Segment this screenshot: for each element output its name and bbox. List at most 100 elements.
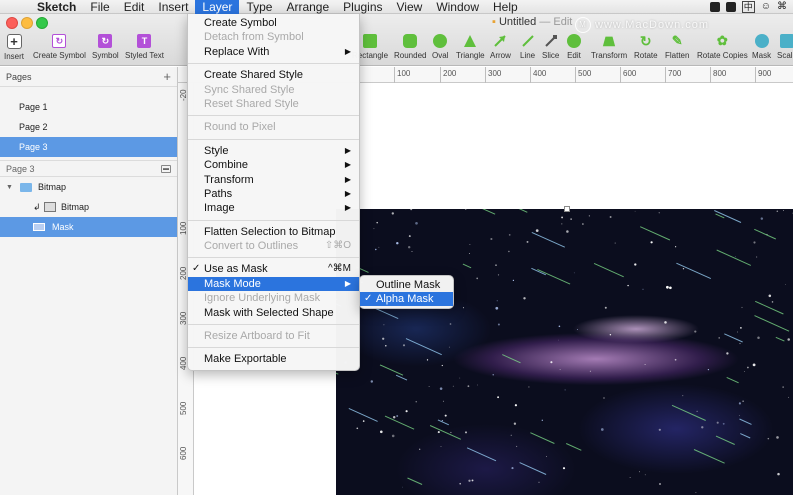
pages-spacer — [0, 87, 177, 97]
line-button[interactable]: Line — [520, 34, 535, 60]
menu-item-create-symbol[interactable]: Create Symbol — [188, 16, 359, 30]
menu-help[interactable]: Help — [486, 0, 525, 14]
minimize-window-button[interactable] — [21, 17, 33, 29]
menu-shortcut: ^⌘M — [327, 263, 351, 275]
menu-window[interactable]: Window — [429, 0, 486, 14]
submenu-item-label: Alpha Mask — [376, 293, 434, 305]
mask-button[interactable]: Mask — [752, 34, 771, 60]
collapse-groups-icon[interactable]: ▬ — [161, 164, 171, 173]
layer-row-bitmap-group[interactable]: ▼ Bitmap — [0, 177, 177, 197]
menu-item-detach-from-symbol[interactable]: Detach from Symbol — [188, 30, 359, 44]
rotate-button[interactable]: ↻ Rotate — [634, 33, 658, 61]
ruler-label: 600 — [179, 446, 188, 460]
menu-item-use-as-mask[interactable]: ✓ Use as Mask ^⌘M — [188, 262, 359, 276]
status-app-icon-2[interactable] — [725, 1, 736, 12]
input-method-indicator[interactable]: 中 — [741, 0, 755, 13]
slice-button[interactable]: Slice — [542, 34, 559, 60]
nebula-starfield — [336, 209, 793, 493]
submenu-arrow-icon: ▶ — [344, 160, 351, 170]
menu-item-mask-with-selected-shape[interactable]: Mask with Selected Shape — [188, 306, 359, 320]
rotate-copies-button[interactable]: ✿ Rotate Copies — [697, 33, 748, 60]
menu-item-replace-with[interactable]: Replace With ▶ — [188, 45, 359, 59]
menu-insert[interactable]: Insert — [151, 0, 195, 14]
layer-row-mask[interactable]: Mask — [0, 217, 177, 237]
menu-item-paths[interactable]: Paths ▶ — [188, 187, 359, 201]
page-item-1[interactable]: Page 1 — [0, 97, 177, 117]
page-item-2[interactable]: Page 2 — [0, 117, 177, 137]
document-icon: ▪ — [492, 16, 496, 28]
face-icon[interactable]: ☺ — [761, 1, 771, 12]
menu-layer[interactable]: Layer — [195, 0, 240, 14]
submenu-arrow-icon: ▶ — [344, 145, 351, 155]
menu-separator — [188, 324, 359, 326]
status-app-icon[interactable] — [709, 1, 720, 12]
close-window-button[interactable] — [6, 17, 18, 29]
layer-row-bitmap[interactable]: ↲ Bitmap — [0, 197, 177, 217]
menu-item-sync-shared-style[interactable]: Sync Shared Style — [188, 83, 359, 97]
transform-icon — [602, 34, 616, 48]
layers-header: Page 3 ▬ — [0, 160, 177, 177]
menu-item-flatten-selection-to-bitmap[interactable]: Flatten Selection to Bitmap — [188, 225, 359, 239]
menu-separator — [188, 257, 359, 259]
disclosure-triangle-icon[interactable]: ▼ — [6, 184, 14, 191]
rounded-button[interactable]: Rounded — [394, 34, 426, 60]
create-symbol-button[interactable]: ↻ Create Symbol — [33, 34, 86, 60]
transform-button[interactable]: Transform — [591, 34, 627, 60]
menu-edit[interactable]: Edit — [117, 0, 152, 14]
menu-item-convert-to-outlines[interactable]: Convert to Outlines ⇧⌘O — [188, 239, 359, 253]
edit-icon — [567, 34, 581, 48]
menu-sketch[interactable]: Sketch — [30, 0, 83, 14]
slice-icon — [544, 34, 558, 48]
menu-arrange[interactable]: Arrange — [279, 0, 336, 14]
layers-sidebar: Pages + Page 1 Page 2 Page 3 Page 3 ▬ ▼ … — [0, 67, 178, 495]
arrow-button[interactable]: Arrow — [490, 34, 511, 60]
fullscreen-window-button[interactable] — [36, 17, 48, 29]
symbol-button[interactable]: ↻ Symbol — [92, 34, 119, 60]
page-item-3[interactable]: Page 3 — [0, 137, 177, 157]
submenu-item-alpha-mask[interactable]: ✓ Alpha Mask — [360, 292, 453, 306]
menu-item-label: Transform — [204, 173, 254, 186]
styled-text-button[interactable]: T Styled Text — [125, 34, 164, 60]
triangle-button[interactable]: Triangle — [456, 34, 485, 60]
symbol-icon: ↻ — [98, 34, 113, 48]
menu-separator — [188, 115, 359, 117]
insert-button[interactable]: + Insert — [4, 34, 24, 61]
ruler-tick — [710, 67, 711, 83]
menu-item-transform[interactable]: Transform ▶ — [188, 173, 359, 187]
menu-item-image[interactable]: Image ▶ — [188, 201, 359, 215]
flatten-button[interactable]: ✎ Flatten — [665, 33, 689, 60]
ruler-label: 100 — [397, 69, 411, 78]
menu-item-ignore-underlying-mask[interactable]: Ignore Underlying Mask — [188, 291, 359, 305]
menu-item-make-exportable[interactable]: Make Exportable — [188, 352, 359, 366]
menu-item-create-shared-style[interactable]: Create Shared Style — [188, 68, 359, 82]
menu-view[interactable]: View — [390, 0, 430, 14]
menu-item-mask-mode[interactable]: Mask Mode ▶ — [188, 276, 359, 292]
menu-item-label: Use as Mask — [204, 263, 268, 276]
add-page-icon[interactable]: + — [163, 69, 171, 84]
submenu-item-outline-mask[interactable]: Outline Mask — [360, 278, 453, 292]
control-icon[interactable]: ⌘ — [777, 1, 787, 12]
scale-button[interactable]: Scale — [777, 34, 793, 60]
menu-type[interactable]: Type — [239, 0, 279, 14]
menu-file[interactable]: File — [83, 0, 116, 14]
mask-icon — [754, 34, 769, 48]
oval-button[interactable]: Oval — [432, 34, 448, 60]
menu-item-label: Replace With — [204, 45, 270, 58]
mask-mode-submenu: Outline Mask ✓ Alpha Mask — [359, 275, 454, 309]
menu-item-label: Convert to Outlines — [204, 240, 299, 253]
menu-item-label: Detach from Symbol — [204, 31, 304, 44]
bitmap-image[interactable] — [336, 209, 793, 495]
menu-item-combine[interactable]: Combine ▶ — [188, 158, 359, 172]
menu-plugins[interactable]: Plugins — [336, 0, 389, 14]
menu-item-label: Image — [204, 202, 235, 215]
image-icon — [44, 202, 56, 212]
selection-handle[interactable] — [564, 206, 570, 212]
menu-item-style[interactable]: Style ▶ — [188, 144, 359, 158]
checkmark-icon: ✓ — [364, 293, 373, 304]
menu-item-round-to-pixel[interactable]: Round to Pixel — [188, 120, 359, 134]
edit-button[interactable]: Edit — [567, 34, 581, 60]
menu-item-reset-shared-style[interactable]: Reset Shared Style — [188, 97, 359, 111]
menu-item-resize-artboard-to-fit[interactable]: Resize Artboard to Fit — [188, 329, 359, 343]
submenu-item-label: Outline Mask — [376, 279, 441, 291]
menu-item-label: Reset Shared Style — [204, 97, 299, 110]
